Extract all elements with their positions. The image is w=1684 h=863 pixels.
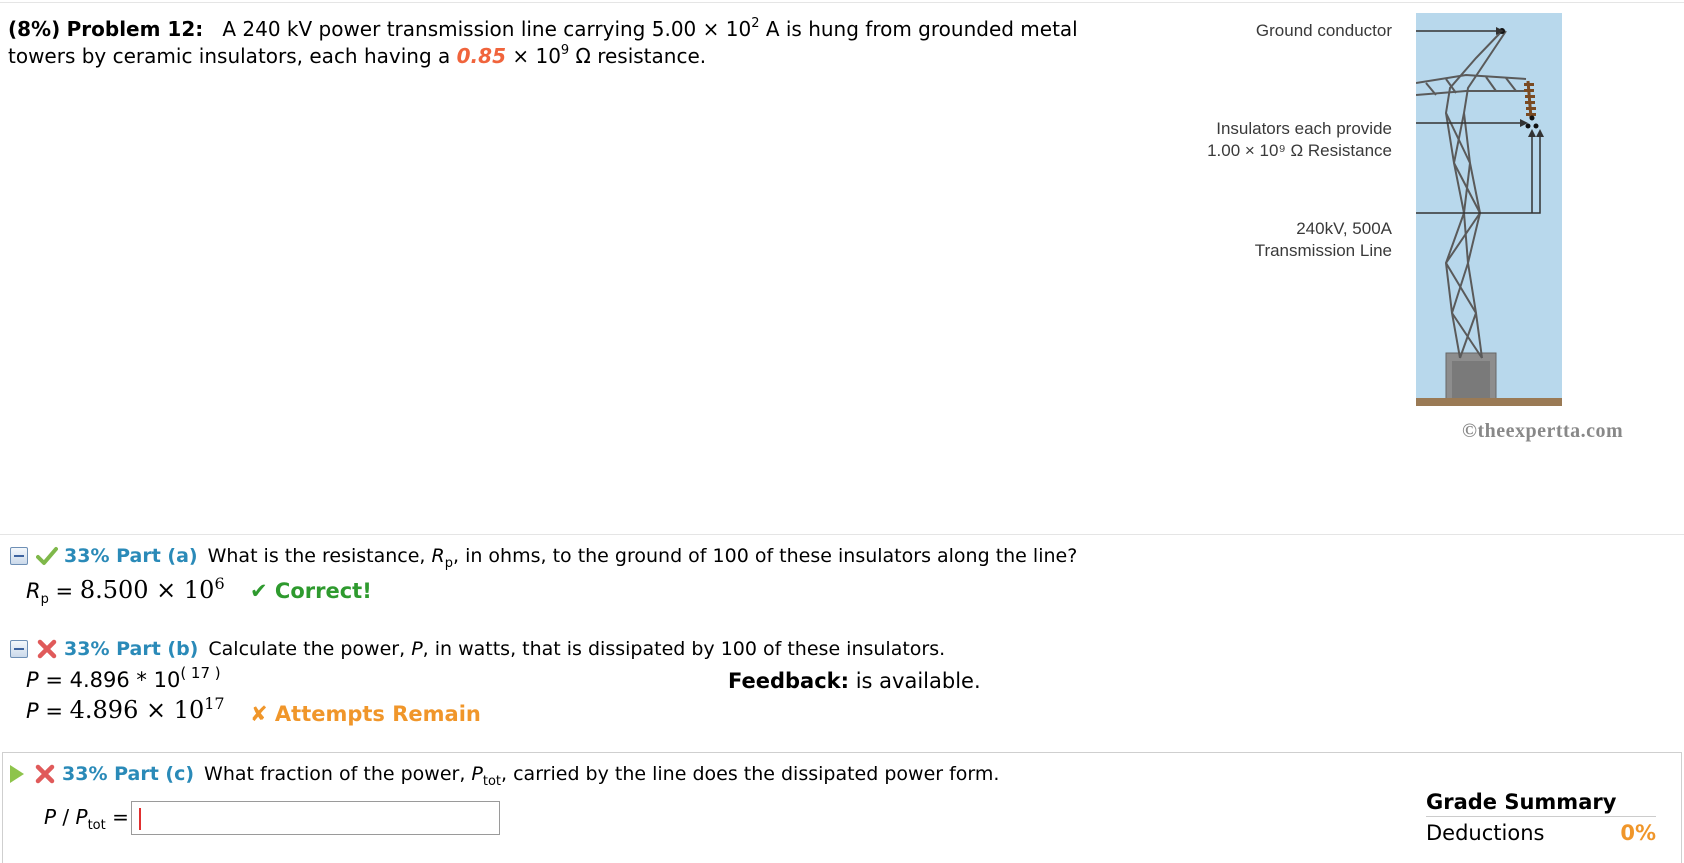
problem-weight: (8%)	[8, 17, 61, 41]
part-b-raw-answer: P = 4.896 * 10( 17 )	[26, 664, 221, 693]
problem-text: A 240 kV power transmission line carryin…	[222, 17, 752, 41]
figure-label-insulators-1: Insulators each provide	[1216, 119, 1392, 138]
deductions-label: Deductions	[1426, 821, 1545, 845]
parameter-value: 0.85	[456, 44, 506, 68]
expand-arrow-icon[interactable]	[10, 765, 24, 783]
grade-summary-title: Grade Summary	[1426, 790, 1656, 817]
part-c-header: 33% Part (c) What fraction of the power,…	[10, 761, 1000, 789]
x-icon	[35, 764, 55, 784]
text-caret	[139, 808, 141, 830]
attempts-remain-badge: ✘ Attempts Remain	[250, 702, 481, 726]
collapse-icon[interactable]	[10, 640, 28, 658]
collapse-icon[interactable]	[10, 547, 28, 565]
figure-label-ground-conductor: Ground conductor	[1255, 21, 1392, 40]
part-b-question: Calculate the power, P, in watts, that i…	[208, 638, 946, 660]
part-c-label[interactable]: 33% Part (c)	[62, 763, 194, 785]
check-icon	[36, 547, 58, 565]
copyright-text: ©theexpertta.com	[1462, 420, 1624, 442]
deductions-value: 0%	[1620, 821, 1656, 845]
figure-ground	[1416, 398, 1562, 406]
part-b-answer: P = 4.896 × 1017	[26, 694, 225, 725]
figure-label-insulators-2: 1.00 × 10⁹ Ω Resistance	[1207, 141, 1392, 160]
figure-label-line-1: 240kV, 500A	[1296, 219, 1392, 238]
top-divider	[0, 2, 1684, 3]
transmission-tower-illustration	[1416, 27, 1544, 402]
answer-input[interactable]	[131, 801, 500, 835]
part-c-question: What fraction of the power, Ptot, carrie…	[204, 763, 1000, 789]
problem-statement: (8%) Problem 12: A 240 kV power transmis…	[8, 16, 1078, 68]
part-a-header: 33% Part (a) What is the resistance, Rp,…	[10, 543, 1078, 571]
grade-summary: Grade Summary Deductions 0%	[1426, 790, 1656, 845]
part-b-label[interactable]: 33% Part (b)	[64, 638, 198, 660]
part-a-answer: Rp = 8.500 × 106	[26, 574, 225, 607]
part-c-input-label: P / Ptot =	[44, 805, 129, 833]
problem-label: Problem 12:	[66, 17, 204, 41]
correct-badge: ✔ Correct!	[250, 579, 372, 603]
x-icon	[37, 639, 57, 659]
deductions-row: Deductions 0%	[1426, 821, 1656, 845]
section-divider	[0, 534, 1684, 535]
part-b-header: 33% Part (b) Calculate the power, P, in …	[10, 636, 945, 662]
part-a-question: What is the resistance, Rp, in ohms, to …	[207, 545, 1078, 571]
figure-label-line-2: Transmission Line	[1254, 241, 1392, 260]
feedback-text[interactable]: Feedback: is available.	[728, 669, 981, 693]
part-a-label[interactable]: 33% Part (a)	[64, 545, 198, 567]
